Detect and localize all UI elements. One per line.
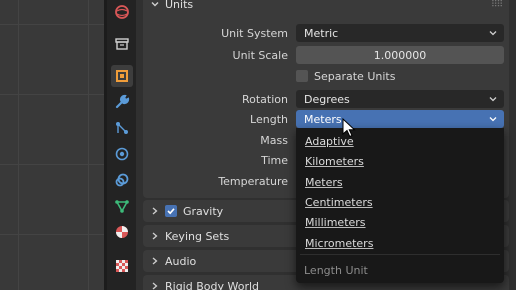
keying-sets-label: Keying Sets [165,229,230,243]
checkmark-icon [167,208,175,215]
chevron-right-icon [152,232,158,240]
material-tab-icon [116,226,128,238]
menu-item-millimeters[interactable]: Millimeters [305,213,366,231]
separate-units-label: Separate Units [314,69,396,83]
menu-title: Length Unit [304,263,368,277]
audio-label: Audio [165,254,197,268]
mouse-cursor-icon [342,118,356,138]
chevron-right-icon [152,282,158,290]
time-label: Time [261,153,288,167]
chevron-right-icon [152,257,158,265]
object-tab-icon [116,70,128,82]
menu-item-kilometers[interactable]: Kilometers [305,152,364,170]
separate-units-checkbox[interactable] [296,70,308,82]
wrench-icon [115,94,130,109]
menu-item-centimeters[interactable]: Centimeters [305,193,373,211]
length-unit-menu: Adaptive Kilometers Meters Centimeters M… [296,128,504,283]
scene-tab-icon [115,5,129,19]
gravity-label: Gravity [183,204,224,218]
mass-label: Mass [260,133,288,147]
chevron-down-icon [489,97,497,102]
units-section-header[interactable]: Units [150,0,193,11]
texture-tab[interactable] [111,255,133,277]
particles-tab-icon [116,122,128,134]
output-tab[interactable] [111,33,133,55]
chevron-down-icon [489,117,497,122]
unit-scale-label: Unit Scale [232,48,288,62]
3d-viewport[interactable] [0,0,106,290]
menu-divider [300,254,500,255]
units-section-title: Units [165,0,194,11]
constraints-tab-icon [115,173,129,187]
physics-tab-icon [115,147,129,161]
material-tab[interactable] [111,221,133,243]
unit-scale-field[interactable]: 1.000000 [296,46,504,64]
drag-handle-icon[interactable]: ⠿⠿ [491,0,503,10]
menu-item-micrometers[interactable]: Micrometers [305,234,373,252]
data-tab-icon [115,200,129,213]
particles-tab[interactable] [111,117,133,139]
rigid-body-world-label: Rigid Body World [165,279,260,290]
separate-units-toggle[interactable]: Separate Units [296,67,395,85]
length-dropdown[interactable]: Meters [296,110,504,128]
data-tab[interactable] [111,195,133,217]
chevron-down-icon [489,31,497,36]
properties-tab-bar [107,0,136,290]
length-label: Length [250,112,288,126]
scene-tab[interactable] [111,1,133,23]
chevron-down-icon [151,2,159,7]
unit-system-label: Unit System [221,26,288,40]
chevron-right-icon [152,207,158,215]
length-value: Meters [304,112,342,126]
physics-tab[interactable] [111,143,133,165]
rotation-value: Degrees [304,92,350,106]
unit-scale-value: 1.000000 [373,48,427,62]
modifier-tab[interactable] [111,91,133,113]
menu-item-meters[interactable]: Meters [305,173,343,191]
unit-system-value: Metric [304,26,339,40]
object-tab[interactable] [111,65,133,87]
temperature-label: Temperature [218,174,288,188]
constraints-tab[interactable] [111,169,133,191]
texture-tab-icon [116,260,128,272]
rotation-dropdown[interactable]: Degrees [296,90,504,108]
unit-system-dropdown[interactable]: Metric [296,24,504,42]
output-tab-icon [115,38,129,50]
gravity-checkbox[interactable] [165,205,177,217]
rotation-label: Rotation [241,92,288,106]
